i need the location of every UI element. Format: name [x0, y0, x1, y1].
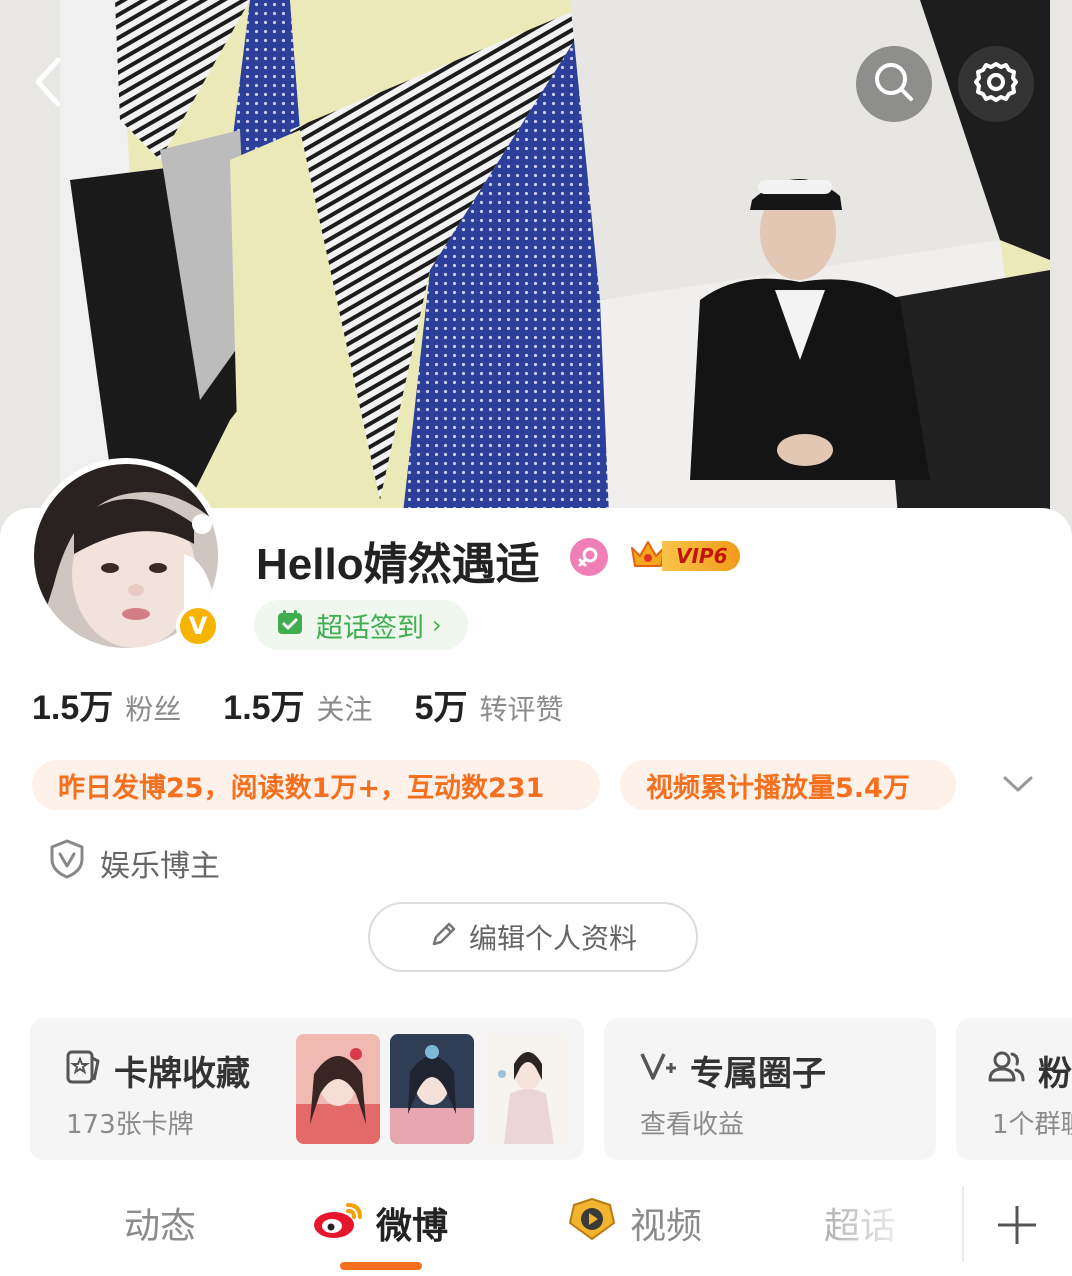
edit-profile-label: 编辑个人资料	[468, 922, 637, 955]
card-thumbnail[interactable]	[390, 1034, 474, 1144]
card-fans-title-row: 粉	[986, 1046, 1072, 1095]
vip-level: VIP6	[662, 541, 740, 571]
engagement-count[interactable]: 5万	[415, 680, 468, 729]
users-icon	[986, 1046, 1026, 1095]
search-icon	[873, 61, 915, 107]
tab-video-label: 视频	[630, 1206, 703, 1247]
category-tag-label: 娱乐博主	[100, 849, 220, 884]
following-count[interactable]: 1.5万	[223, 680, 304, 729]
v-plus-icon	[638, 1046, 678, 1095]
edit-profile-button[interactable]: 编辑个人资料	[368, 902, 698, 972]
following-label[interactable]: 关注	[317, 688, 373, 728]
verified-badge: V	[176, 604, 220, 648]
stats-row: 1.5万 粉丝 1.5万 关注 5万 转评赞	[32, 680, 606, 729]
card-collection-title-row: 卡牌收藏	[62, 1046, 250, 1095]
card-collection[interactable]: 卡牌收藏 173张卡牌	[30, 1018, 584, 1160]
engagement-label[interactable]: 转评赞	[479, 688, 563, 728]
daily-stats-pill[interactable]: 昨日发博25，阅读数1万+，互动数231	[32, 760, 600, 810]
tab-feed-label: 动态	[124, 1206, 197, 1247]
followers-count[interactable]: 1.5万	[32, 680, 113, 729]
checkin-label: 超话签到	[316, 612, 424, 644]
shield-v-icon	[48, 838, 86, 888]
video-play-icon	[564, 1197, 620, 1250]
active-tab-indicator	[340, 1262, 422, 1270]
card-circle-subtitle: 查看收益	[640, 1110, 745, 1140]
weibo-logo-icon	[312, 1197, 366, 1250]
card-circle-title: 专属圈子	[690, 1054, 826, 1094]
username: Hello婧然遇适	[256, 540, 540, 589]
card-fans-title: 粉	[1038, 1054, 1072, 1094]
pencil-icon	[429, 919, 459, 956]
profile-tabs: 动态 微博 视频 超话	[0, 1176, 1072, 1276]
female-gender-icon	[570, 538, 608, 576]
settings-button[interactable]	[958, 46, 1034, 122]
back-icon	[28, 54, 68, 114]
card-collection-subtitle: 173张卡牌	[66, 1110, 194, 1140]
tab-weibo[interactable]: 微博	[312, 1198, 448, 1248]
card-thumbnail[interactable]	[296, 1034, 380, 1144]
add-tab-button[interactable]	[994, 1202, 1040, 1248]
tab-feed[interactable]: 动态	[124, 1198, 196, 1248]
video-stats-pill[interactable]: 视频累计播放量5.4万	[620, 760, 956, 810]
card-collection-title: 卡牌收藏	[114, 1054, 250, 1094]
card-star-icon	[62, 1046, 102, 1095]
plus-icon	[994, 1206, 1040, 1252]
tab-weibo-label: 微博	[376, 1206, 449, 1247]
followers-label[interactable]: 粉丝	[125, 688, 181, 728]
calendar-check-icon	[276, 608, 304, 643]
vip-badge[interactable]: VIP6	[628, 536, 740, 576]
tab-video[interactable]: 视频	[564, 1197, 703, 1250]
category-tag[interactable]: 娱乐博主	[48, 838, 220, 888]
card-circle-title-row: 专属圈子	[638, 1046, 826, 1095]
back-button[interactable]	[20, 46, 76, 122]
chevron-right-icon: ›	[432, 611, 442, 639]
search-button[interactable]	[856, 46, 932, 122]
checkin-button[interactable]: 超话签到 ›	[254, 600, 468, 650]
card-fans-subtitle: 1个群聊	[992, 1110, 1072, 1140]
card-thumbnail[interactable]	[484, 1034, 568, 1144]
gear-icon	[974, 60, 1018, 108]
tab-divider	[962, 1186, 964, 1262]
tab-fade	[780, 1176, 970, 1276]
card-fans-group[interactable]: 粉 1个群聊	[956, 1018, 1072, 1160]
expand-button[interactable]	[996, 766, 1040, 806]
verified-badge-text: V	[188, 612, 208, 640]
card-exclusive-circle[interactable]: 专属圈子 查看收益	[604, 1018, 936, 1160]
chevron-down-icon	[1002, 774, 1034, 798]
